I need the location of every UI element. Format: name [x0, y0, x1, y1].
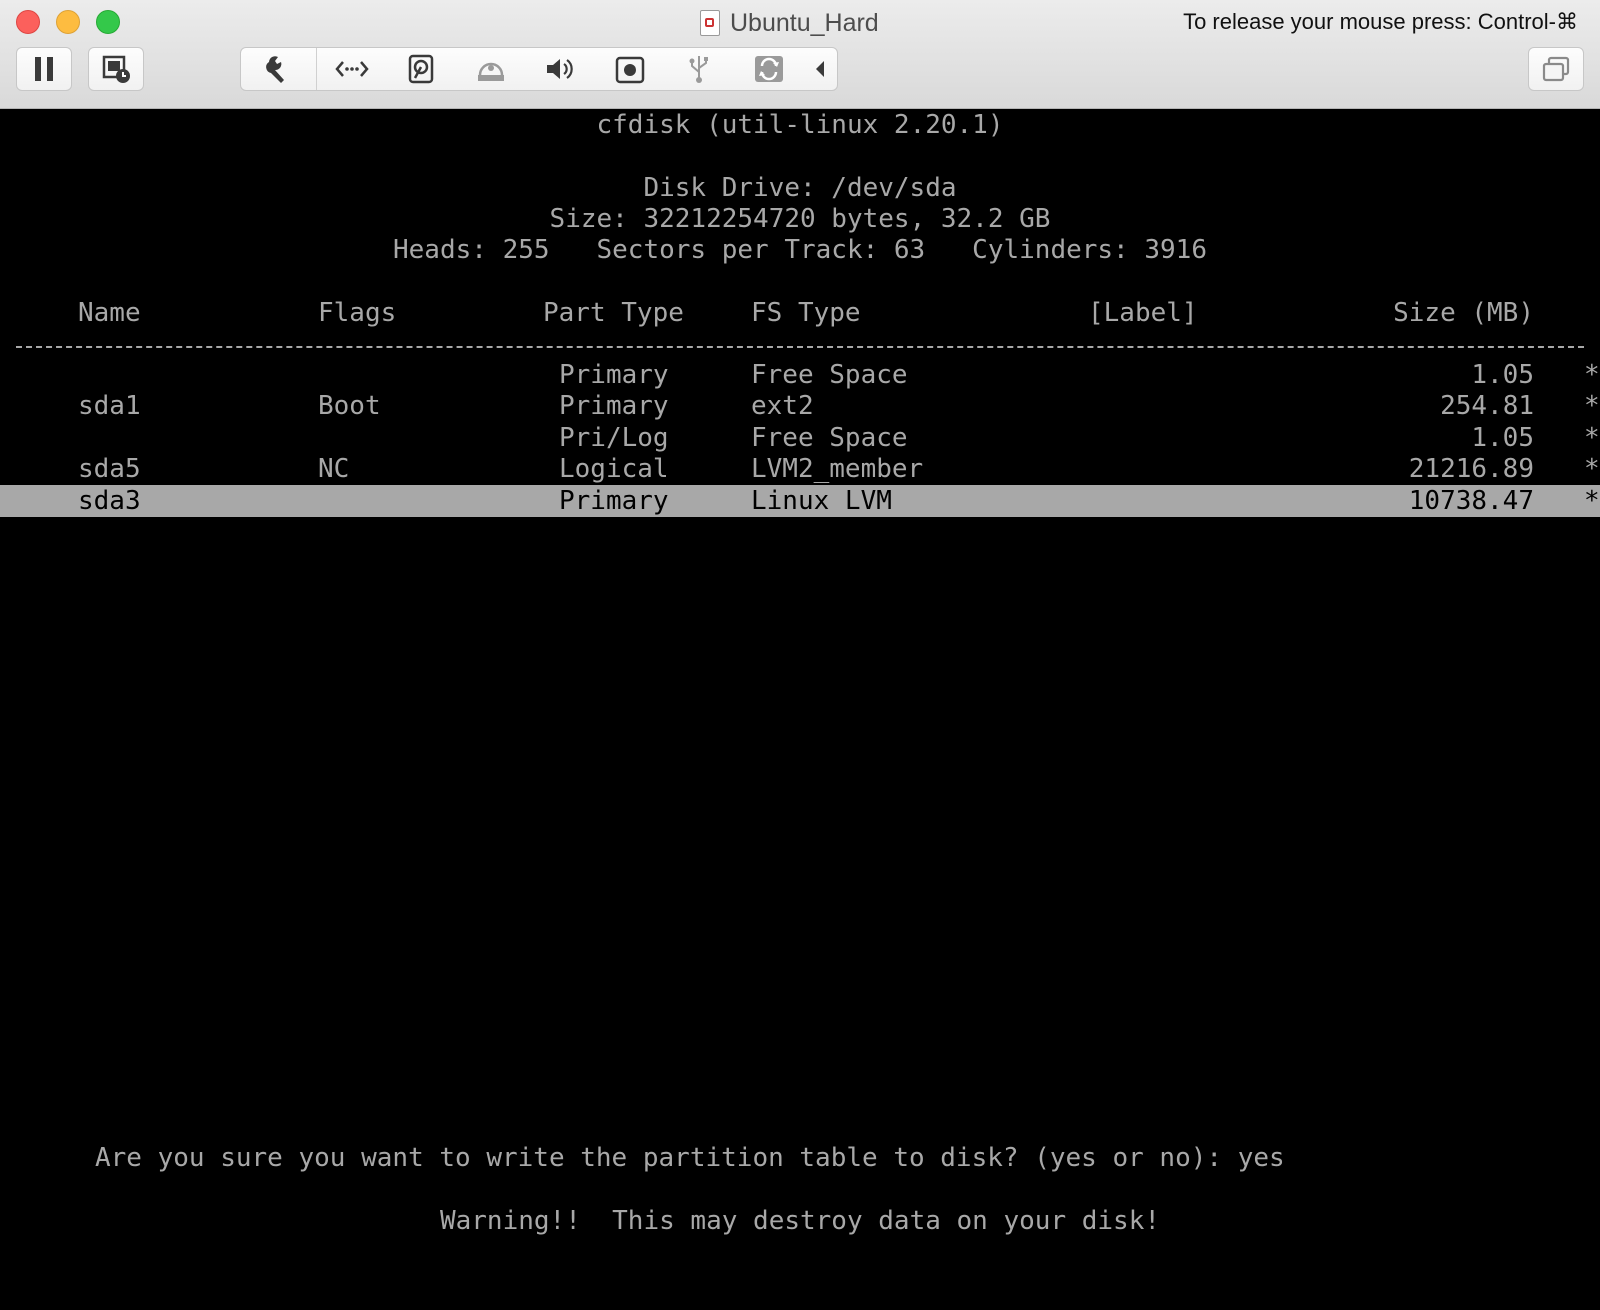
release-mouse-hint: To release your mouse press: Control-⌘ — [1183, 9, 1578, 34]
partition-fs-type: Linux LVM — [751, 486, 892, 516]
partition-size: 10738.47 — [1408, 486, 1534, 516]
usb-button[interactable] — [664, 48, 733, 90]
optical-drive-button[interactable] — [456, 48, 525, 90]
column-header-flags: Flags — [318, 298, 397, 328]
optical-drive-icon — [477, 62, 504, 81]
disk-size-line: Size: 32212254720 bytes, 32.2 GB — [549, 204, 1051, 234]
sound-button[interactable] — [526, 48, 595, 90]
partition-fs-type: Free Space — [751, 360, 908, 390]
disk-drive-line: Disk Drive: /dev/sda — [643, 173, 957, 203]
collapse-arrow-icon — [816, 61, 825, 77]
partition-name: sda1 — [78, 391, 141, 421]
sharing-button[interactable] — [734, 48, 803, 90]
column-header-fs-type: FS Type — [751, 298, 861, 328]
pause-icon — [35, 57, 53, 81]
partition-part-type: Logical — [559, 454, 669, 484]
partition-row[interactable]: sda1 Boot Primary ext2 254.81 * — [0, 390, 1600, 422]
column-header-part-type: Part Type — [543, 298, 684, 328]
partition-row-selected[interactable]: sda3 Primary Linux LVM 10738.47 * — [0, 485, 1600, 517]
data-loss-warning: Warning!! This may destroy data on your … — [439, 1206, 1161, 1236]
fullscreen-icon — [1542, 56, 1570, 82]
camera-icon — [615, 56, 644, 84]
usb-icon — [689, 56, 709, 83]
network-button[interactable] — [317, 48, 386, 90]
partition-size: 1.05 — [1471, 423, 1534, 453]
network-icon — [335, 61, 369, 77]
zoom-window-button[interactable] — [96, 10, 120, 34]
sound-icon — [547, 59, 574, 79]
partition-size: 21216.89 — [1408, 454, 1534, 484]
sharing-icon — [754, 56, 783, 82]
fullscreen-button[interactable] — [1528, 47, 1584, 91]
partition-row[interactable]: Pri/Log Free Space 1.05 * — [0, 422, 1600, 454]
cfdisk-title: cfdisk (util-linux 2.20.1) — [596, 110, 1004, 140]
partition-size: 254.81 — [1440, 391, 1534, 421]
partition-part-type: Primary — [559, 391, 669, 421]
vm-document-icon — [700, 10, 720, 36]
column-header-size: Size (MB) — [1393, 298, 1534, 328]
hard-disk-button[interactable] — [387, 48, 456, 90]
partition-flags: Boot — [318, 391, 381, 421]
window-titlebar: Ubuntu_Hard To release your mouse press:… — [0, 0, 1600, 109]
partition-fs-type: LVM2_member — [751, 454, 924, 484]
pause-button[interactable] — [16, 47, 72, 91]
partition-size: 1.05 — [1471, 360, 1534, 390]
partition-part-type: Primary — [559, 486, 669, 516]
partition-marker: * — [1584, 454, 1600, 484]
partition-part-type: Pri/Log — [559, 423, 669, 453]
window-title-text: Ubuntu_Hard — [730, 8, 879, 37]
close-window-button[interactable] — [16, 10, 40, 34]
partition-marker: * — [1584, 423, 1600, 453]
settings-button[interactable] — [241, 48, 318, 90]
window-title: Ubuntu_Hard — [700, 6, 879, 40]
snapshot-button[interactable] — [88, 47, 144, 91]
partition-fs-type: ext2 — [751, 391, 814, 421]
hard-disk-icon — [409, 54, 434, 84]
partition-marker: * — [1584, 360, 1600, 390]
disk-geometry-line: Heads: 255 Sectors per Track: 63 Cylinde… — [393, 235, 1207, 265]
partition-name: sda3 — [78, 486, 141, 516]
partition-part-type: Primary — [559, 360, 669, 390]
header-divider — [16, 346, 1584, 348]
partition-row[interactable]: Primary Free Space 1.05 * — [0, 359, 1600, 391]
column-header-name: Name — [78, 298, 141, 328]
device-toolbar — [240, 47, 838, 91]
partition-name: sda5 — [78, 454, 141, 484]
write-confirmation-prompt[interactable]: Are you sure you want to write the parti… — [95, 1142, 1285, 1174]
partition-row[interactable]: sda5 NC Logical LVM2_member 21216.89 * — [0, 453, 1600, 485]
collapse-toolbar-button[interactable] — [803, 48, 837, 90]
partition-marker: * — [1584, 391, 1600, 421]
vm-console-screen[interactable]: cfdisk (util-linux 2.20.1) Disk Drive: /… — [0, 109, 1600, 1310]
partition-table-header: Name Flags Part Type FS Type [Label] Siz… — [0, 297, 1600, 329]
wrench-icon — [265, 56, 284, 83]
partition-marker: * — [1584, 486, 1600, 516]
minimize-window-button[interactable] — [56, 10, 80, 34]
snapshot-icon — [102, 55, 130, 83]
partition-flags: NC — [318, 454, 350, 484]
camera-button[interactable] — [595, 48, 664, 90]
column-header-label: [Label] — [1088, 298, 1198, 328]
partition-fs-type: Free Space — [751, 423, 908, 453]
